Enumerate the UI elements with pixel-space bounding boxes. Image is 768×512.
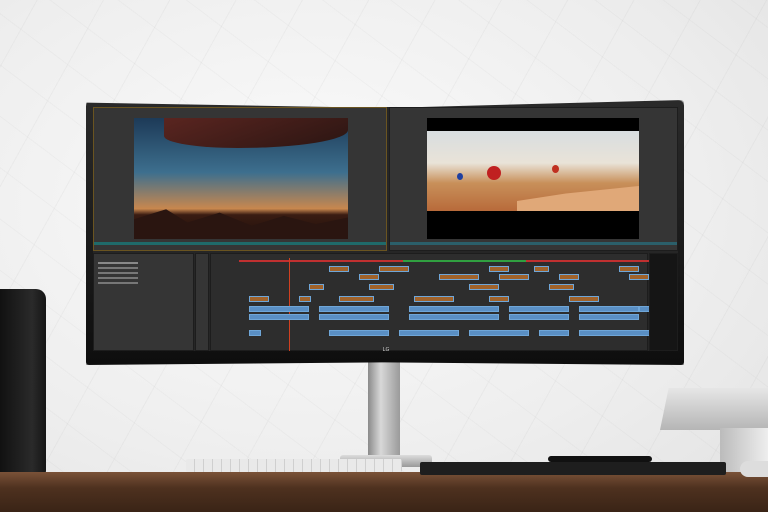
timeline-clip[interactable]	[409, 314, 499, 320]
timeline-clip[interactable]	[569, 296, 599, 302]
project-panel	[93, 253, 194, 351]
timeline-clip[interactable]	[319, 306, 389, 312]
timeline-clip[interactable]	[299, 296, 311, 302]
timeline-clip[interactable]	[399, 330, 459, 336]
program-monitor-panel	[389, 107, 678, 251]
timeline-clip[interactable]	[249, 314, 309, 320]
timeline-clip[interactable]	[539, 330, 569, 336]
timeline-clip[interactable]	[629, 274, 649, 280]
program-scrubber[interactable]	[390, 242, 677, 245]
timeline-clip[interactable]	[534, 266, 549, 272]
timeline-clip[interactable]	[549, 284, 574, 290]
pen-tablet	[420, 462, 726, 475]
video-editor-screen	[93, 107, 678, 351]
mouse	[740, 461, 768, 477]
timeline-clip[interactable]	[249, 296, 269, 302]
timeline-clip[interactable]	[369, 284, 394, 290]
timeline-panel[interactable]	[210, 253, 669, 351]
timeline-clip[interactable]	[249, 330, 261, 336]
timeline-clip[interactable]	[499, 274, 529, 280]
timeline-clip[interactable]	[359, 274, 379, 280]
timeline-clip[interactable]	[509, 314, 569, 320]
timeline-clip[interactable]	[329, 330, 389, 336]
audio-meter-panel	[649, 253, 678, 351]
timeline-clip[interactable]	[619, 266, 639, 272]
brand-logo: LG	[382, 347, 390, 353]
timeline-clip[interactable]	[579, 314, 639, 320]
source-monitor-panel	[93, 107, 387, 251]
program-video-frame	[427, 118, 639, 239]
source-video-frame	[134, 118, 348, 239]
timeline-clip[interactable]	[409, 306, 499, 312]
timeline-clip[interactable]	[439, 274, 479, 280]
source-scrubber[interactable]	[94, 242, 386, 245]
timeline-clip[interactable]	[319, 314, 389, 320]
timeline-clip[interactable]	[329, 266, 349, 272]
timeline-clip[interactable]	[559, 274, 579, 280]
monitor-stand	[368, 358, 400, 458]
speaker	[0, 289, 46, 475]
timeline-clip[interactable]	[379, 266, 409, 272]
wooden-desk	[0, 472, 768, 512]
timeline-clip[interactable]	[469, 284, 499, 290]
timeline-clip[interactable]	[339, 296, 374, 302]
timeline-clip[interactable]	[489, 296, 509, 302]
timeline-clip[interactable]	[249, 306, 309, 312]
keyboard	[186, 459, 402, 472]
timeline-clip[interactable]	[309, 284, 324, 290]
stylus-pen	[548, 456, 652, 462]
timeline-clip[interactable]	[579, 306, 639, 312]
timeline-clip[interactable]	[414, 296, 454, 302]
timeline-clip[interactable]	[469, 330, 529, 336]
laptop-stand	[660, 388, 768, 430]
timeline-clip[interactable]	[509, 306, 569, 312]
playhead[interactable]	[289, 258, 290, 351]
timeline-clip[interactable]	[489, 266, 509, 272]
tools-panel	[195, 253, 209, 351]
